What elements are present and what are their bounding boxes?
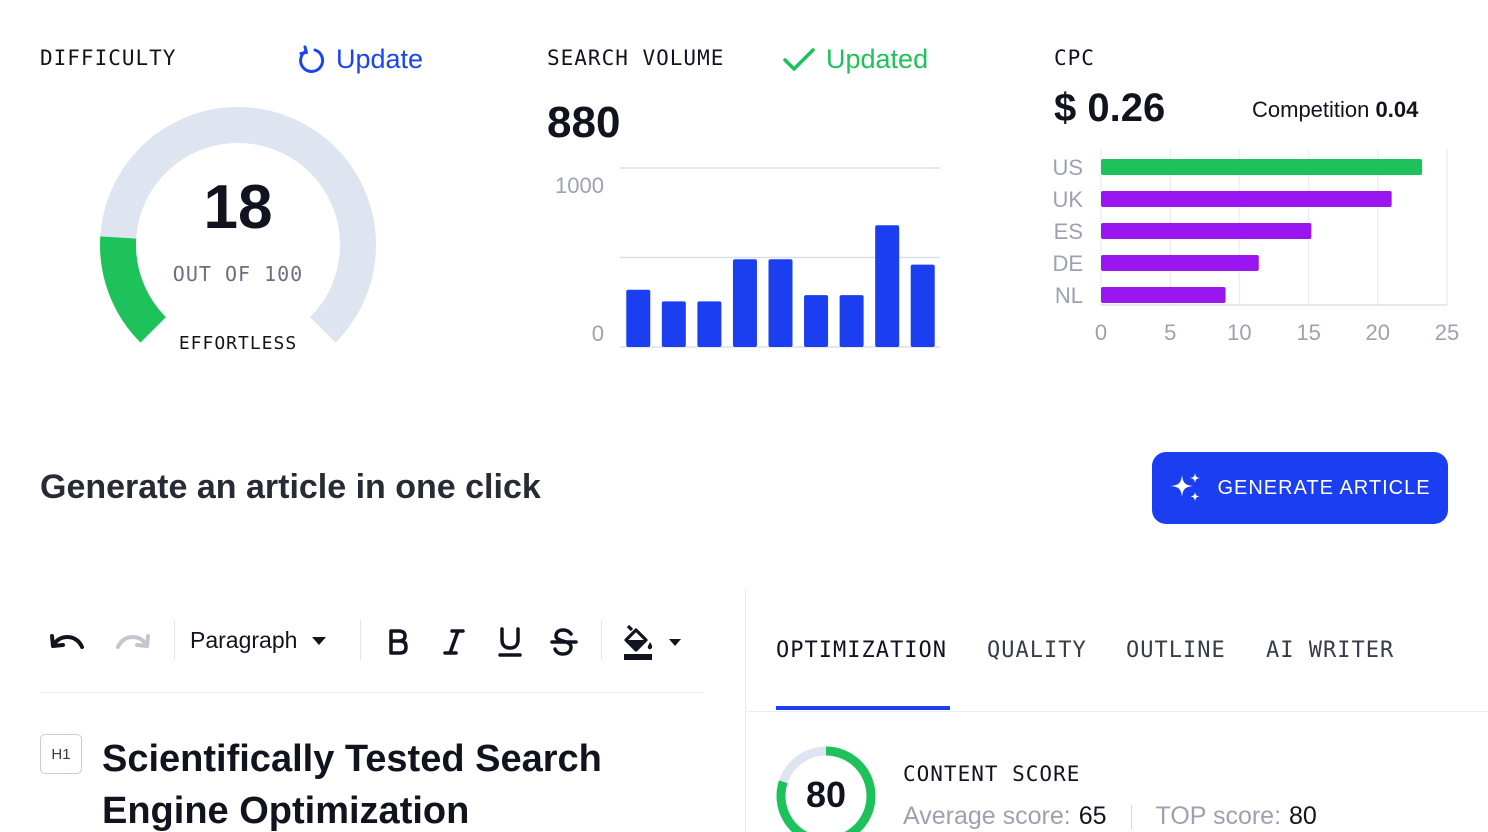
difficulty-score: 18: [203, 173, 273, 242]
underline-icon: [498, 627, 522, 657]
volume-bar: [910, 264, 935, 347]
paragraph-style-label: Paragraph: [190, 627, 298, 653]
difficulty-max: OUT OF 100: [172, 262, 304, 286]
tab-optimization[interactable]: OPTIMIZATION: [776, 638, 947, 663]
redo-button[interactable]: [110, 622, 154, 662]
undo-button[interactable]: [46, 622, 90, 662]
updated-label: Updated: [826, 44, 929, 74]
competition: Competition 0.04: [1252, 97, 1418, 123]
tab-ai-writer[interactable]: AI WRITER: [1266, 638, 1394, 663]
italic-icon: [443, 629, 465, 655]
toolbar-divider: [174, 620, 175, 660]
panel-divider: [745, 588, 746, 832]
volume-bar: [804, 295, 829, 347]
toolbar-divider: [360, 620, 361, 660]
active-tab-indicator: [776, 706, 950, 710]
toolbar-underline: [40, 692, 704, 693]
tab-quality[interactable]: QUALITY: [987, 638, 1087, 663]
x-tick-label: 5: [1164, 320, 1176, 345]
redo-icon: [116, 634, 150, 649]
cpc-country-chart: US UK ES DE NL 0 5 10 15 20 25: [1052, 149, 1459, 345]
search-volume-value: 880: [547, 98, 621, 147]
search-volume-chart: 1000 0: [555, 167, 940, 348]
document-title-line: Scientifically Tested Search: [102, 738, 602, 780]
difficulty-label: DIFFICULTY: [40, 46, 177, 70]
paint-bucket-icon: [624, 624, 653, 660]
paragraph-style-select[interactable]: Paragraph: [190, 627, 327, 654]
volume-bar: [661, 301, 686, 347]
top-score-label: TOP score:: [1155, 802, 1282, 830]
undo-icon: [50, 634, 84, 649]
average-score-value: 65: [1078, 802, 1107, 830]
country-label: DE: [1052, 251, 1083, 276]
country-label: US: [1052, 155, 1083, 180]
document-title-line: Engine Optimization: [102, 790, 470, 832]
bold-icon: [389, 629, 408, 655]
country-label: UK: [1052, 187, 1083, 212]
score-meta: Average score: 65 TOP score: 80: [903, 802, 1317, 831]
country-bar: [1101, 287, 1226, 303]
tabs-underline: [745, 711, 1488, 712]
content-score-value: 80: [805, 774, 847, 815]
x-tick-label: 10: [1227, 320, 1251, 345]
toolbar-divider: [601, 620, 602, 660]
update-label: Update: [336, 44, 424, 74]
competition-value: 0.04: [1375, 97, 1419, 122]
bold-button[interactable]: [380, 622, 416, 662]
content-score-label: CONTENT SCORE: [903, 762, 1081, 786]
highlight-color-button[interactable]: [620, 620, 690, 664]
cpc-label: CPC: [1054, 46, 1095, 70]
tab-outline[interactable]: OUTLINE: [1126, 638, 1226, 663]
chevron-down-icon: [312, 636, 327, 645]
top-score-value: 80: [1289, 802, 1317, 830]
chevron-down-icon: [669, 638, 681, 646]
country-label: NL: [1055, 283, 1083, 308]
country-bar: [1101, 191, 1392, 207]
updated-status: Updated: [782, 44, 928, 75]
volume-bar: [732, 259, 757, 347]
document-title[interactable]: Scientifically Tested Search Engine Opti…: [102, 733, 702, 832]
x-tick-label: 0: [1095, 320, 1107, 345]
cta-title: Generate an article in one click: [40, 468, 541, 506]
volume-bar: [768, 259, 793, 347]
generate-article-button[interactable]: GENERATE ARTICLE: [1152, 452, 1448, 524]
country-bar: [1101, 159, 1423, 175]
volume-bar: [875, 225, 900, 347]
x-tick-label: 25: [1435, 320, 1459, 345]
volume-bar: [626, 289, 651, 347]
cpc-value: $ 0.26: [1054, 86, 1166, 130]
country-label: ES: [1054, 219, 1083, 244]
strikethrough-icon: [550, 628, 578, 656]
average-score-label: Average score:: [903, 802, 1071, 830]
search-volume-label: SEARCH VOLUME: [547, 46, 725, 70]
sparkle-icon: [1171, 473, 1201, 501]
italic-button[interactable]: [436, 622, 472, 662]
underline-button[interactable]: [492, 622, 528, 662]
heading-level-badge[interactable]: H1: [40, 734, 82, 774]
volume-bar: [697, 301, 722, 347]
checkmark-icon: [783, 47, 815, 71]
y-tick-label: 0: [592, 321, 604, 346]
meta-divider: [1130, 804, 1132, 829]
volume-bar: [839, 295, 864, 347]
update-button[interactable]: Update: [296, 44, 423, 75]
refresh-icon: [299, 45, 325, 73]
strikethrough-button[interactable]: [546, 622, 582, 662]
difficulty-level: EFFORTLESS: [178, 333, 298, 354]
generate-article-label: GENERATE ARTICLE: [1217, 476, 1431, 499]
x-tick-label: 20: [1366, 320, 1390, 345]
x-tick-label: 15: [1296, 320, 1320, 345]
competition-label: Competition: [1252, 97, 1370, 122]
country-bar: [1101, 255, 1259, 271]
country-bar: [1101, 223, 1312, 239]
y-tick-label: 1000: [555, 173, 604, 198]
